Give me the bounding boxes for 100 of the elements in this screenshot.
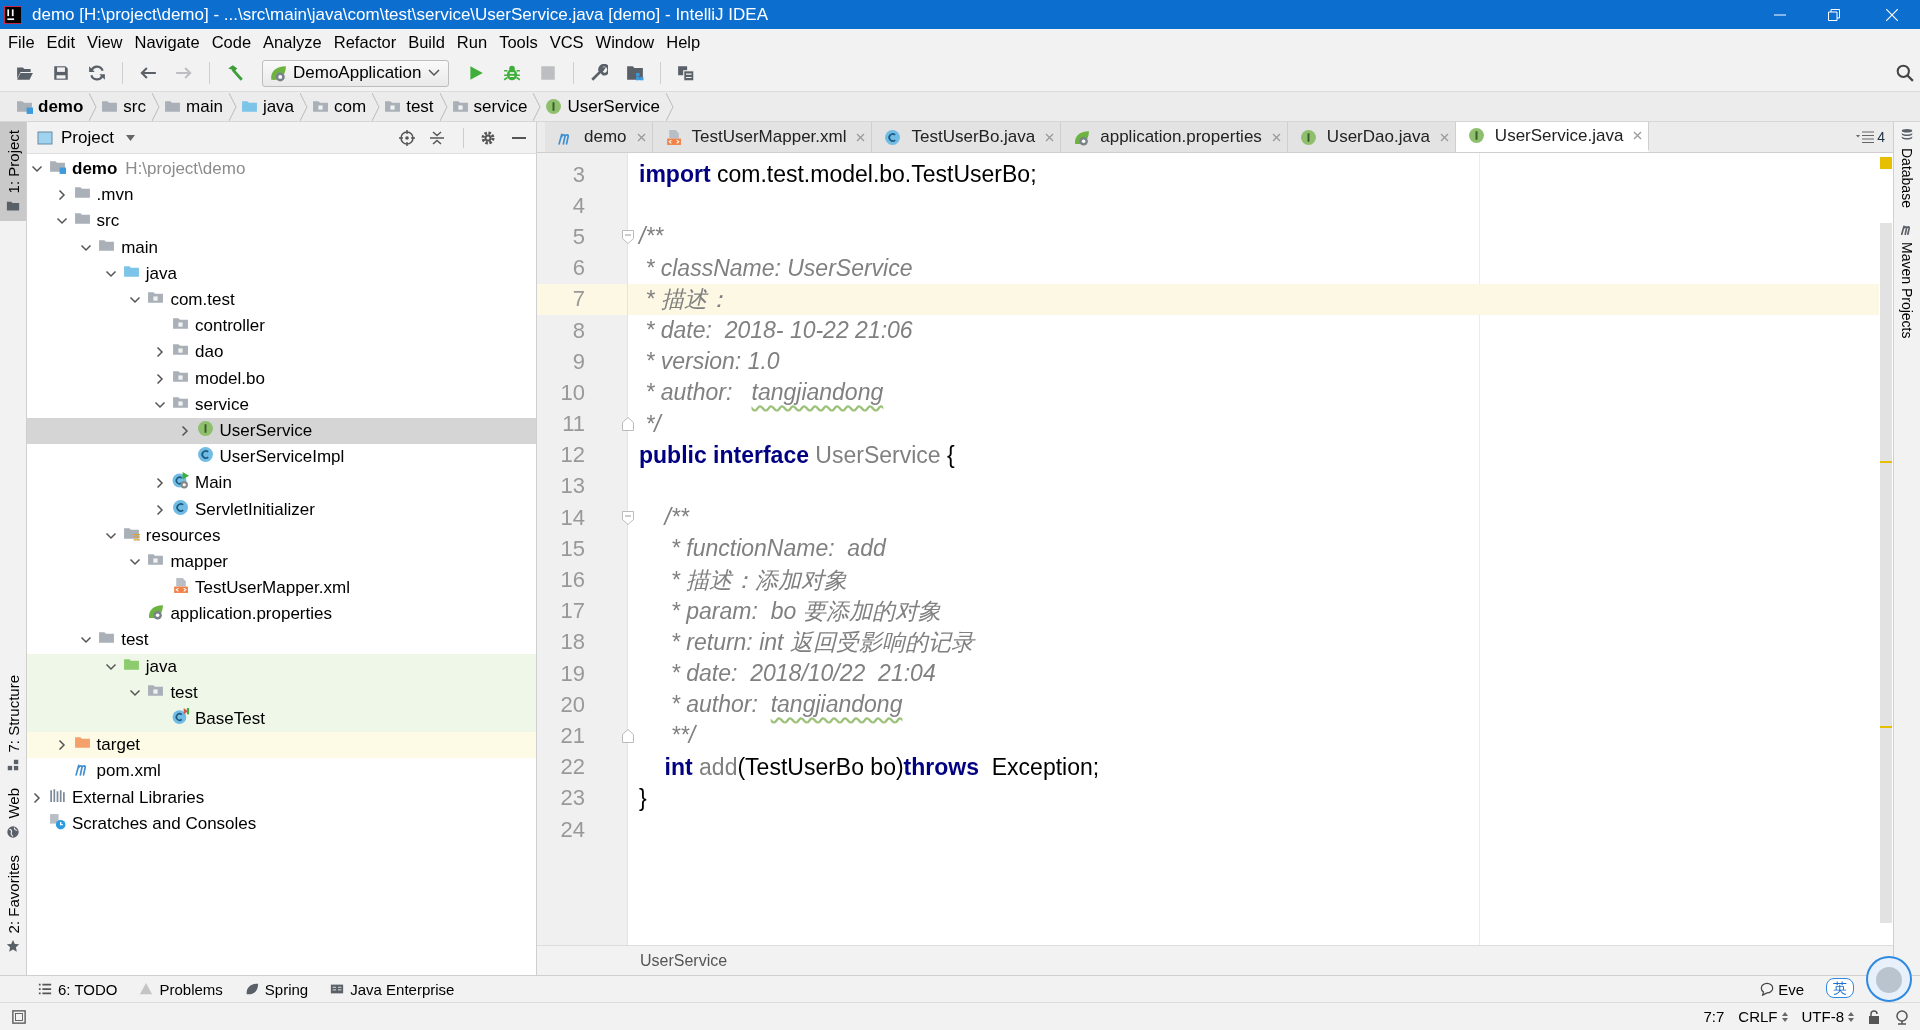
- tool-window-tab[interactable]: 7: Structure: [0, 666, 26, 781]
- tree-row[interactable]: service: [27, 391, 536, 418]
- line-number: 5: [571, 223, 585, 250]
- tree-row[interactable]: dao: [27, 339, 536, 366]
- editor-tab[interactable]: UserService.java: [1455, 122, 1650, 152]
- chevron-icon[interactable]: [31, 791, 43, 804]
- menu-item[interactable]: Help: [660, 30, 707, 54]
- tree-row[interactable]: java: [27, 653, 536, 680]
- tree-row[interactable]: test: [27, 627, 536, 654]
- menu-item[interactable]: Navigate: [128, 30, 206, 54]
- line-separator-selector[interactable]: CRLF: [1738, 1008, 1788, 1025]
- project-view-selector[interactable]: Project: [37, 127, 135, 148]
- spring-leaf-icon: [147, 603, 165, 621]
- caret-position[interactable]: 7:7: [1703, 1008, 1725, 1025]
- menu-item[interactable]: Code: [205, 30, 258, 54]
- tool-window-tab[interactable]: Web: [0, 780, 26, 847]
- tree-row[interactable]: src: [27, 208, 536, 235]
- breadcrumb-item[interactable]: UserService: [541, 92, 667, 121]
- event-log-button[interactable]: Eve: [1760, 980, 1804, 998]
- tree-row[interactable]: main: [27, 234, 536, 261]
- breadcrumb-item[interactable]: main: [160, 92, 229, 121]
- tool-window-button[interactable]: Spring: [244, 980, 309, 998]
- breadcrumb-item[interactable]: demo: [12, 92, 90, 121]
- code-line: **/: [669, 722, 696, 750]
- tree-row[interactable]: com.test: [27, 286, 536, 314]
- tree-row[interactable]: ServletInitializer: [27, 496, 536, 523]
- tree-row[interactable]: Scratches and Consoles: [27, 810, 536, 837]
- menu-item[interactable]: File: [2, 30, 41, 54]
- tree-row[interactable]: pom.xml: [27, 758, 536, 785]
- chevron-icon[interactable]: [154, 346, 166, 359]
- tree-row[interactable]: UserService: [27, 417, 536, 445]
- chevron-icon[interactable]: [154, 372, 166, 385]
- tree-item-label: service: [194, 394, 250, 415]
- tree-row[interactable]: resources: [27, 522, 536, 549]
- spring-leaf-icon: [1073, 128, 1091, 146]
- breadcrumb-item[interactable]: com: [308, 92, 373, 121]
- project-structure-icon: [625, 64, 644, 82]
- chevron-icon[interactable]: [154, 503, 166, 516]
- list-icon: [38, 982, 52, 996]
- class-icon: [172, 498, 189, 516]
- tool-window-tab[interactable]: 2: Favorites: [0, 846, 26, 961]
- run-configuration-dropdown[interactable]: DemoApplication: [262, 59, 449, 87]
- tree-item-label: demo: [71, 159, 119, 180]
- tree-row[interactable]: BaseTest: [27, 705, 536, 733]
- tool-window-tab[interactable]: Database: [1894, 128, 1920, 208]
- chevron-icon[interactable]: [154, 477, 166, 490]
- tree-row[interactable]: demo H:\project\demo: [27, 156, 536, 183]
- tree-row[interactable]: model.bo: [27, 365, 536, 392]
- close-icon[interactable]: [1886, 8, 1898, 21]
- menu-item[interactable]: Window: [589, 30, 661, 54]
- tree-row[interactable]: controller: [27, 313, 536, 340]
- minimize-icon: [512, 136, 526, 139]
- tree-row[interactable]: test: [27, 679, 536, 706]
- caret-icon: [125, 134, 135, 141]
- line-number: 9: [571, 348, 585, 375]
- editor-tab[interactable]: TestUserBo.java: [872, 122, 1062, 152]
- tree-item-label: target: [95, 735, 142, 756]
- menu-item[interactable]: Edit: [40, 30, 82, 54]
- input-method-indicator[interactable]: 英: [1826, 978, 1854, 998]
- tool-window-button[interactable]: Problems: [139, 980, 223, 998]
- tool-window-button[interactable]: Java Enterprise: [330, 980, 455, 998]
- tree-row[interactable]: java: [27, 260, 536, 287]
- tree-item-label: External Libraries: [71, 787, 206, 808]
- tree-row[interactable]: Main: [27, 470, 536, 497]
- tree-row[interactable]: mapper: [27, 548, 536, 575]
- tab-list-button[interactable]: 4: [1848, 122, 1893, 152]
- editor-tab[interactable]: UserDao.java: [1287, 122, 1456, 152]
- tree-row[interactable]: External Libraries: [27, 784, 536, 811]
- breadcrumb-item[interactable]: test: [380, 92, 440, 121]
- tree-item-label: pom.xml: [95, 761, 162, 782]
- tree-item-label: resources: [144, 525, 222, 546]
- menu-item[interactable]: Tools: [493, 30, 544, 54]
- tree-row[interactable]: TestUserMapper.xml: [27, 575, 536, 602]
- tree-item-label: .mvn: [95, 185, 135, 206]
- editor-tab[interactable]: demo: [545, 122, 653, 152]
- package-icon: [451, 98, 469, 115]
- line-number: 13: [559, 473, 585, 500]
- menu-item[interactable]: Run: [450, 30, 494, 54]
- menu-item[interactable]: Analyze: [257, 30, 328, 54]
- restore-icon[interactable]: [1828, 8, 1840, 21]
- breadcrumb-item[interactable]: src: [97, 92, 152, 121]
- menu-item[interactable]: Build: [402, 30, 451, 54]
- encoding-selector[interactable]: UTF-8: [1801, 1008, 1854, 1025]
- tree-row[interactable]: .mvn: [27, 182, 536, 209]
- breadcrumb-item[interactable]: service: [447, 92, 534, 121]
- editor-tab[interactable]: application.properties: [1061, 122, 1288, 152]
- tool-window-tab[interactable]: Maven Projects: [1894, 221, 1920, 339]
- menu-item[interactable]: View: [81, 30, 129, 54]
- menu-item[interactable]: Refactor: [327, 30, 403, 54]
- tool-window-tab[interactable]: 1: Project: [0, 122, 26, 222]
- tree-row[interactable]: application.properties: [27, 601, 536, 628]
- menu-item[interactable]: VCS: [543, 30, 590, 54]
- tree-row[interactable]: target: [27, 732, 536, 759]
- close-icon: [636, 132, 646, 142]
- tool-window-button[interactable]: 6: TODO: [38, 980, 118, 998]
- tree-row[interactable]: UserServiceImpl: [27, 444, 536, 471]
- editor-tab[interactable]: TestUserMapper.xml: [652, 122, 873, 152]
- warning-icon: [139, 982, 154, 996]
- editor-breadcrumb[interactable]: UserService: [640, 951, 728, 970]
- breadcrumb-item[interactable]: java: [236, 92, 301, 121]
